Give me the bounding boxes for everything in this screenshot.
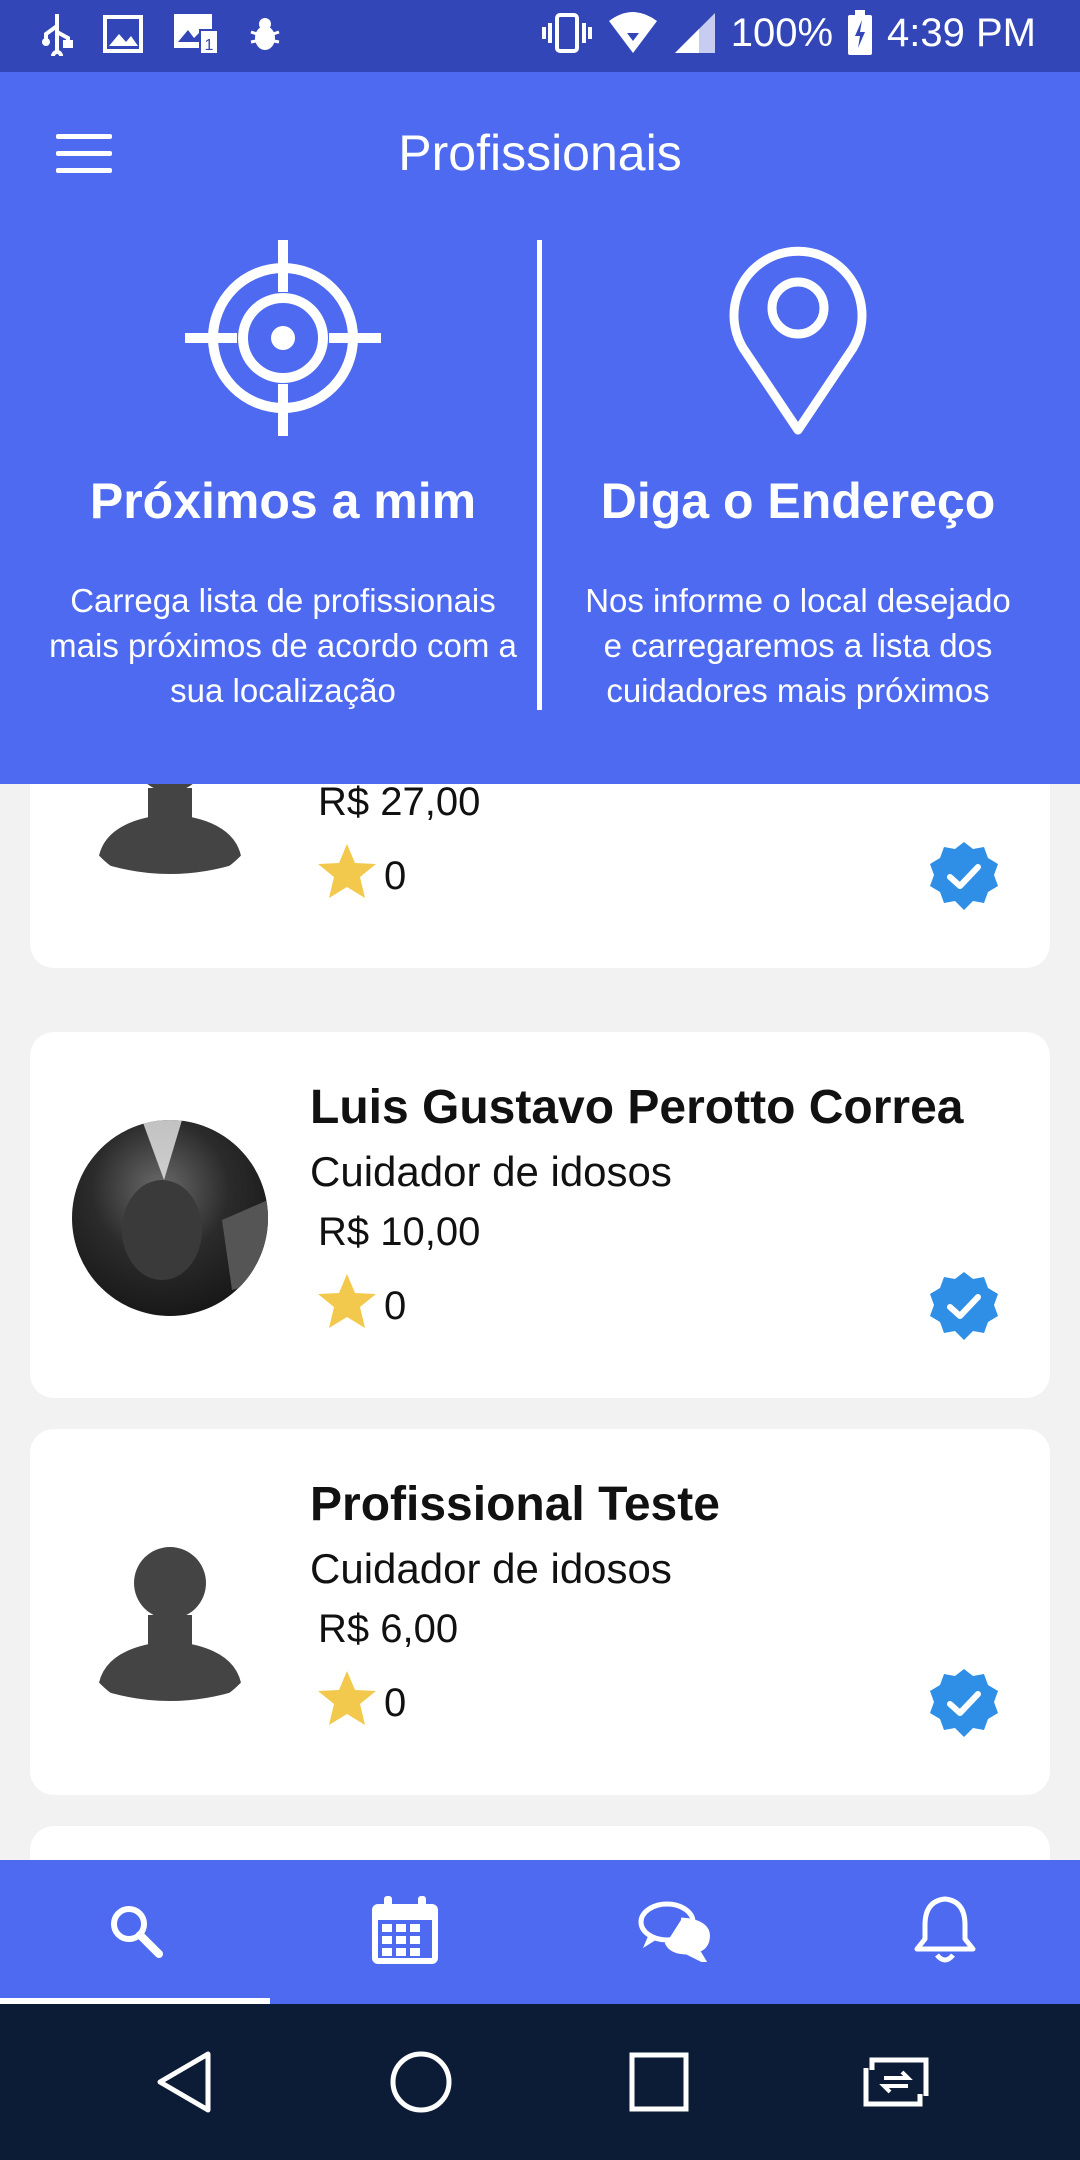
- professional-card[interactable]: [30, 1826, 1050, 1860]
- address-description: Nos informe o local desejado e carregare…: [585, 582, 1011, 709]
- professional-role: Cuidador de idosos: [310, 1545, 672, 1592]
- verified-badge-icon: [926, 840, 1002, 921]
- professional-price: R$ 6,00: [318, 1607, 459, 1651]
- bell-icon: [913, 1895, 977, 1970]
- wifi-icon: [607, 11, 659, 55]
- header-divider: [537, 240, 542, 710]
- rating-value: 0: [384, 853, 407, 898]
- avatar-placeholder: [72, 1517, 268, 1713]
- vibrate-icon: [541, 11, 593, 55]
- nav-notifications[interactable]: [810, 1860, 1080, 2004]
- star-icon: [316, 1669, 378, 1737]
- page-title: Profissionais: [398, 125, 682, 181]
- svg-text:1: 1: [205, 37, 214, 54]
- map-pin-icon: [548, 238, 1048, 438]
- professional-price: R$ 10,00: [318, 1210, 481, 1254]
- nav-calendar[interactable]: [270, 1860, 540, 2004]
- professionals-list[interactable]: Cuidador de idosos R$ 27,00 0 Luis Gusta…: [0, 784, 1080, 1860]
- image-icon: [102, 14, 144, 54]
- nearby-description: Carrega lista de profissionais mais próx…: [49, 582, 517, 709]
- bug-icon: [248, 14, 282, 54]
- rating: 0: [316, 1272, 406, 1340]
- professional-name: Profissional Teste: [310, 1478, 720, 1531]
- sim-icon: 1: [172, 12, 220, 56]
- professional-card[interactable]: Luis Gustavo Perotto Correa Cuidador de …: [30, 1032, 1050, 1398]
- battery-percent: 100%: [730, 10, 834, 55]
- professional-name: Luis Gustavo Perotto Correa: [310, 1081, 964, 1134]
- bottom-nav: [0, 1860, 1080, 2004]
- signal-icon: [673, 11, 717, 55]
- nearby-title: Próximos a mim: [89, 473, 477, 529]
- rating: 0: [316, 842, 406, 910]
- nav-chat[interactable]: [540, 1860, 810, 2004]
- clock: 4:39 PM: [887, 10, 1036, 55]
- status-bar: 1 100% 4:39 PM: [0, 0, 1080, 72]
- switch-screen-icon[interactable]: [856, 2042, 936, 2122]
- rating-value: 0: [384, 1680, 407, 1725]
- professional-card[interactable]: Profissional Teste Cuidador de idosos R$…: [30, 1429, 1050, 1795]
- home-icon[interactable]: [381, 2042, 461, 2122]
- address-option[interactable]: Diga o Endereço Nos informe o local dese…: [548, 238, 1048, 713]
- rating: 0: [316, 1669, 406, 1737]
- chat-icon: [637, 1898, 713, 1967]
- crosshair-icon: [33, 238, 533, 438]
- rating-value: 0: [384, 1283, 407, 1328]
- verified-badge-icon: [926, 1667, 1002, 1748]
- verified-badge-icon: [926, 1270, 1002, 1351]
- star-icon: [316, 842, 378, 910]
- professional-card[interactable]: Cuidador de idosos R$ 27,00 0: [30, 784, 1050, 968]
- usb-icon: [40, 12, 74, 56]
- professional-price: R$ 27,00: [318, 784, 481, 824]
- avatar-photo: [72, 1120, 268, 1316]
- avatar-placeholder: [72, 784, 268, 886]
- search-icon: [105, 1900, 165, 1965]
- recents-icon[interactable]: [619, 2042, 699, 2122]
- nearby-option[interactable]: Próximos a mim Carrega lista de profissi…: [33, 238, 533, 713]
- star-icon: [316, 1272, 378, 1340]
- back-icon[interactable]: [144, 2042, 224, 2122]
- address-title: Diga o Endereço: [600, 473, 996, 529]
- system-nav-bar: [0, 2004, 1080, 2160]
- app-header: Profissionais Próximos a mim Carrega lis…: [0, 72, 1080, 784]
- professional-role: Cuidador de idosos: [310, 1148, 672, 1195]
- calendar-icon: [370, 1894, 440, 1971]
- battery-icon: [847, 10, 873, 56]
- nav-search[interactable]: [0, 1860, 270, 2004]
